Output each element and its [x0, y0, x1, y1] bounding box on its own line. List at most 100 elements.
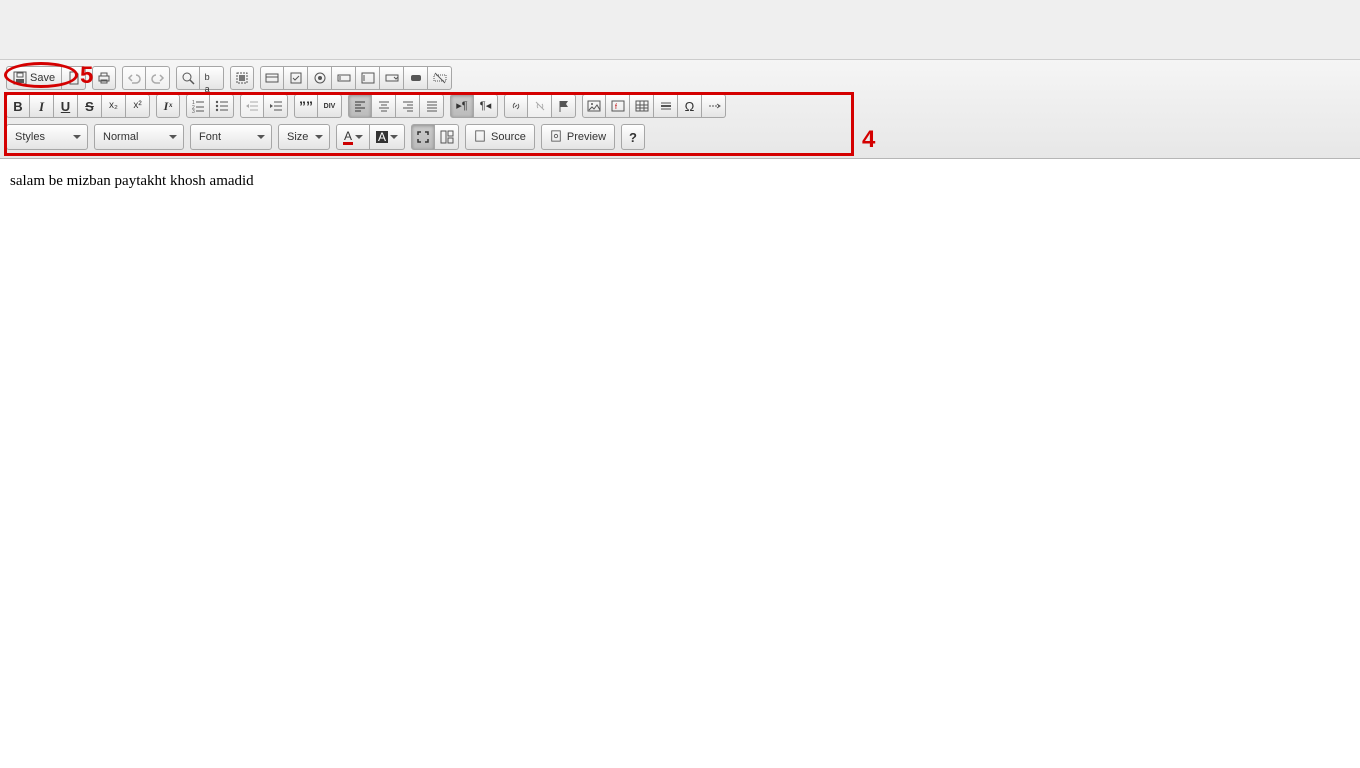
printer-icon — [97, 71, 111, 85]
select-button[interactable] — [380, 66, 404, 90]
align-right-button[interactable] — [396, 94, 420, 118]
button-icon — [409, 71, 423, 85]
textfield-icon — [337, 71, 351, 85]
remove-format-icon: Iˣ — [164, 100, 173, 112]
special-char-button[interactable]: Ω — [678, 94, 702, 118]
textfield-button[interactable] — [332, 66, 356, 90]
content-text: salam be mizban paytakht khosh amadid — [10, 173, 254, 189]
hiddenfield-icon — [433, 71, 447, 85]
size-combo-label: Size — [287, 131, 308, 143]
align-justify-icon — [425, 99, 439, 113]
anchor-button[interactable] — [552, 94, 576, 118]
print-button[interactable] — [92, 66, 116, 90]
table-icon — [635, 99, 649, 113]
indent-button[interactable] — [264, 94, 288, 118]
save-button[interactable]: Save — [6, 66, 62, 90]
strike-icon: S — [85, 100, 94, 113]
text-color-button[interactable]: A — [336, 124, 370, 150]
align-center-button[interactable] — [372, 94, 396, 118]
page-break-button[interactable] — [702, 94, 726, 118]
align-right-icon — [401, 99, 415, 113]
source-button[interactable]: Source — [465, 124, 535, 150]
subscript-button[interactable]: x₂ — [102, 94, 126, 118]
undo-button[interactable] — [122, 66, 146, 90]
preview-button[interactable]: Preview — [541, 124, 615, 150]
font-combo[interactable]: Font — [190, 124, 272, 150]
bullet-list-button[interactable] — [210, 94, 234, 118]
preview-button-label: Preview — [567, 131, 606, 143]
strike-button[interactable]: S — [78, 94, 102, 118]
styles-combo-label: Styles — [15, 131, 45, 143]
maximize-icon — [416, 130, 430, 144]
align-left-button[interactable] — [348, 94, 372, 118]
underline-button[interactable]: U — [54, 94, 78, 118]
outdent-button[interactable] — [240, 94, 264, 118]
outdent-icon — [245, 99, 259, 113]
blockquote-button[interactable]: ”” — [294, 94, 318, 118]
image-button[interactable] — [582, 94, 606, 118]
find-button[interactable] — [176, 66, 200, 90]
flash-button[interactable]: f — [606, 94, 630, 118]
search-icon — [181, 71, 195, 85]
quote-icon: ”” — [299, 99, 313, 113]
format-combo[interactable]: Normal — [94, 124, 184, 150]
about-button[interactable]: ? — [621, 124, 645, 150]
bold-button[interactable]: B — [6, 94, 30, 118]
unlink-icon — [533, 99, 547, 113]
svg-text:3: 3 — [192, 109, 195, 113]
annotation-4-label: 4 — [862, 126, 875, 154]
rtl-button[interactable]: ¶◂ — [474, 94, 498, 118]
page-icon — [67, 71, 81, 85]
flash-icon: f — [611, 99, 625, 113]
omega-icon: Ω — [685, 100, 695, 113]
superscript-icon: x² — [133, 101, 141, 111]
replace-icon: ba — [205, 71, 219, 85]
editor-content[interactable]: salam be mizban paytakht khosh amadid — [0, 159, 1360, 204]
flag-icon — [557, 99, 571, 113]
link-icon — [509, 99, 523, 113]
hiddenfield-button[interactable] — [428, 66, 452, 90]
redo-icon — [151, 71, 165, 85]
question-icon: ? — [629, 131, 637, 144]
numbered-list-icon: 123 — [191, 99, 205, 113]
form-button[interactable] — [260, 66, 284, 90]
bold-icon: B — [13, 100, 22, 113]
radio-button[interactable] — [308, 66, 332, 90]
text-color-icon: A — [343, 130, 353, 145]
image-icon — [587, 99, 601, 113]
size-combo[interactable]: Size — [278, 124, 330, 150]
div-icon: DIV — [324, 103, 336, 110]
styles-combo[interactable]: Styles — [6, 124, 88, 150]
undo-icon — [127, 71, 141, 85]
ltr-button[interactable]: ▸¶ — [450, 94, 474, 118]
source-button-label: Source — [491, 131, 526, 143]
select-all-icon — [235, 71, 249, 85]
toolbar-row-3: Styles Normal Font Size A A Source — [6, 120, 1354, 152]
numbered-list-button[interactable]: 123 — [186, 94, 210, 118]
select-all-button[interactable] — [230, 66, 254, 90]
table-button[interactable] — [630, 94, 654, 118]
svg-text:f: f — [615, 104, 617, 111]
floppy-disk-icon — [13, 71, 27, 85]
bg-color-button[interactable]: A — [370, 124, 405, 150]
italic-button[interactable]: I — [30, 94, 54, 118]
subscript-icon: x₂ — [109, 101, 118, 111]
creatediv-button[interactable]: DIV — [318, 94, 342, 118]
unlink-button[interactable] — [528, 94, 552, 118]
replace-button[interactable]: ba — [200, 66, 224, 90]
select-icon — [385, 71, 399, 85]
checkbox-button[interactable] — [284, 66, 308, 90]
show-blocks-icon — [440, 130, 454, 144]
textarea-button[interactable] — [356, 66, 380, 90]
page-break-icon — [707, 99, 721, 113]
show-blocks-button[interactable] — [435, 124, 459, 150]
superscript-button[interactable]: x² — [126, 94, 150, 118]
redo-button[interactable] — [146, 66, 170, 90]
button-button[interactable] — [404, 66, 428, 90]
preview-icon — [550, 130, 564, 144]
maximize-button[interactable] — [411, 124, 435, 150]
link-button[interactable] — [504, 94, 528, 118]
remove-format-button[interactable]: Iˣ — [156, 94, 180, 118]
align-justify-button[interactable] — [420, 94, 444, 118]
horizontal-rule-button[interactable] — [654, 94, 678, 118]
